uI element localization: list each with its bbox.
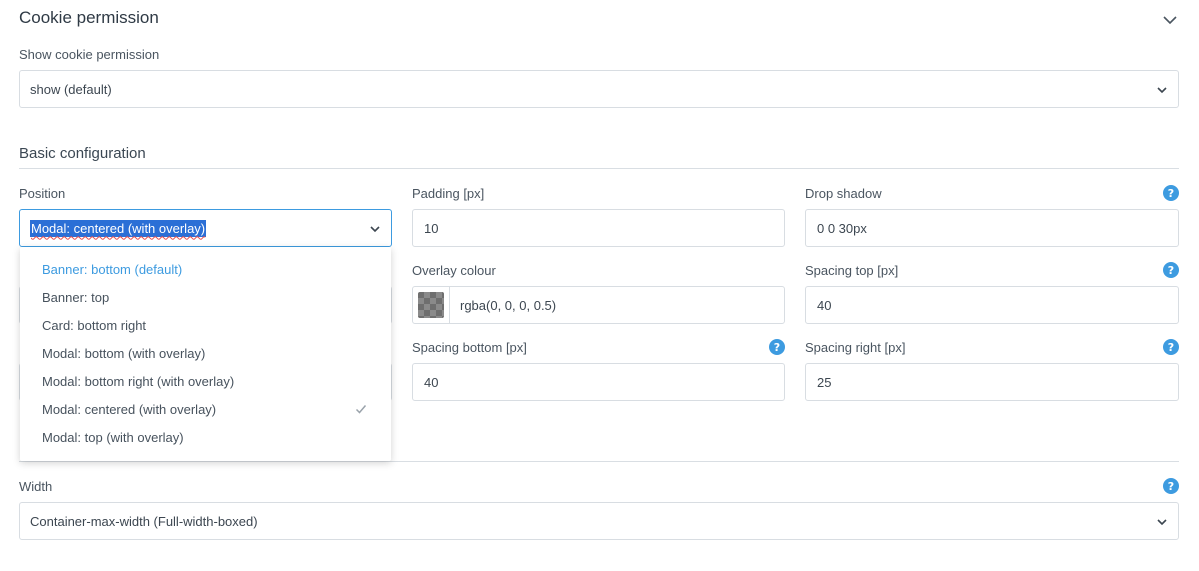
dropdown-option[interactable]: Card: bottom right bbox=[20, 311, 391, 339]
divider bbox=[19, 461, 1179, 462]
section-title: Cookie permission bbox=[19, 8, 159, 27]
spacing-right-label: Spacing right [px] bbox=[805, 340, 906, 355]
basic-config-title: Basic configuration bbox=[19, 145, 146, 162]
overlay-colour-input[interactable]: rgba(0, 0, 0, 0.5) bbox=[412, 286, 785, 324]
help-icon[interactable]: ? bbox=[1163, 185, 1179, 201]
width-label: Width bbox=[19, 479, 53, 494]
padding-value: 10 bbox=[424, 220, 439, 236]
dropdown-option[interactable]: Banner: bottom (default) bbox=[20, 255, 391, 283]
spacing-right-value: 25 bbox=[817, 374, 832, 390]
check-icon bbox=[355, 403, 367, 415]
dropdown-option[interactable]: Modal: bottom right (with overlay) bbox=[20, 367, 391, 395]
dropdown-option-selected[interactable]: Modal: centered (with overlay) bbox=[20, 395, 391, 423]
colour-swatch-button[interactable] bbox=[413, 287, 450, 323]
spacing-bottom-input[interactable]: 40 bbox=[412, 363, 785, 401]
drop-shadow-label: Drop shadow bbox=[805, 186, 882, 201]
position-select[interactable]: Modal: centered (with overlay) bbox=[19, 209, 392, 247]
show-permission-label: Show cookie permission bbox=[19, 47, 160, 62]
spacing-top-input[interactable]: 40 bbox=[805, 286, 1179, 324]
dropdown-option[interactable]: Modal: top (with overlay) bbox=[20, 423, 391, 451]
position-dropdown-menu: Banner: bottom (default) Banner: top Car… bbox=[20, 247, 391, 461]
colour-swatch bbox=[418, 292, 444, 318]
width-value: Container-max-width (Full-width-boxed) bbox=[30, 513, 258, 529]
dropdown-option[interactable]: Modal: bottom (with overlay) bbox=[20, 339, 391, 367]
show-permission-value: show (default) bbox=[30, 81, 112, 97]
show-permission-select[interactable]: show (default) bbox=[19, 70, 1179, 108]
chevron-down-icon[interactable] bbox=[1162, 12, 1178, 28]
padding-input[interactable]: 10 bbox=[412, 209, 785, 247]
position-label: Position bbox=[19, 186, 66, 201]
padding-label: Padding [px] bbox=[412, 186, 485, 201]
spacing-bottom-value: 40 bbox=[424, 374, 439, 390]
dropdown-option[interactable]: Banner: top bbox=[20, 283, 391, 311]
spacing-bottom-label: Spacing bottom [px] bbox=[412, 340, 527, 355]
spacing-right-input[interactable]: 25 bbox=[805, 363, 1179, 401]
width-select[interactable]: Container-max-width (Full-width-boxed) bbox=[19, 502, 1179, 540]
help-icon[interactable]: ? bbox=[769, 339, 785, 355]
dropdown-option-label: Modal: centered (with overlay) bbox=[42, 401, 217, 417]
chevron-down-icon bbox=[1156, 84, 1168, 96]
chevron-down-icon bbox=[1156, 516, 1168, 528]
spacing-top-value: 40 bbox=[817, 297, 832, 313]
overlay-colour-label: Overlay colour bbox=[412, 263, 496, 278]
drop-shadow-value: 0 0 30px bbox=[817, 220, 867, 236]
spacing-top-label: Spacing top [px] bbox=[805, 263, 899, 278]
position-value: Modal: centered (with overlay) bbox=[30, 219, 207, 237]
help-icon[interactable]: ? bbox=[1163, 262, 1179, 278]
help-icon[interactable]: ? bbox=[1163, 478, 1179, 494]
chevron-down-icon bbox=[369, 223, 381, 235]
divider bbox=[19, 168, 1179, 169]
drop-shadow-input[interactable]: 0 0 30px bbox=[805, 209, 1179, 247]
overlay-colour-value: rgba(0, 0, 0, 0.5) bbox=[460, 297, 557, 313]
help-icon[interactable]: ? bbox=[1163, 339, 1179, 355]
